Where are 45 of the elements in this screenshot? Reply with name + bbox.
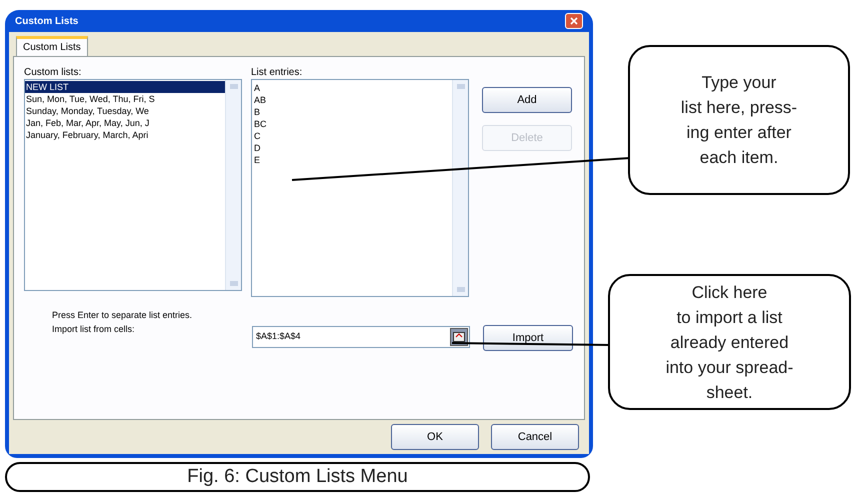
field-label: Custom lists: xyxy=(24,66,82,79)
callout-text: Type your xyxy=(702,72,776,94)
tab[interactable]: Custom Lists xyxy=(16,36,88,56)
hint-text: Press Enter to separate list entries. xyxy=(52,309,194,322)
scroll-down-icon[interactable] xyxy=(230,281,238,286)
callout-text: each item. xyxy=(700,147,778,169)
scrollbar[interactable] xyxy=(452,80,468,296)
callout-text: into your spread- xyxy=(666,356,794,378)
field-label: List entries: xyxy=(251,66,304,79)
close-icon xyxy=(570,17,578,25)
dialog-button[interactable]: Import xyxy=(483,324,573,351)
close-button[interactable] xyxy=(565,13,583,29)
scrollbar[interactable] xyxy=(225,80,241,290)
list-entries-box[interactable]: A AB B BC C D E xyxy=(251,79,469,297)
list-item[interactable]: NEW LIST xyxy=(25,81,225,93)
list-item[interactable]: Sunday, Monday, Tuesday, We xyxy=(25,105,225,117)
dialog-button[interactable]: Cancel xyxy=(491,424,579,450)
list-entry: D xyxy=(254,142,262,154)
custom-lists-box[interactable]: NEW LIST Sun, Mon, Tue, Wed, Thu, Fri, S Sunday, Monday, Tuesday, We Jan, Feb, Mar, Apr, May, Jun, J January, February, March, Apri xyxy=(24,79,242,291)
list-entry: AB xyxy=(254,94,268,106)
callout-text: ing enter after xyxy=(686,122,792,144)
list-entry: B xyxy=(254,106,262,118)
range-select-icon xyxy=(453,332,465,342)
list-entry: A xyxy=(254,82,262,94)
figure-caption: Fig. 6: Custom Lists Menu xyxy=(5,462,590,492)
field-label: Import list from cells: xyxy=(52,322,136,336)
list-entry: E xyxy=(254,154,262,166)
list-entry: C xyxy=(254,130,262,142)
list-item[interactable]: Sun, Mon, Tue, Wed, Thu, Fri, S xyxy=(25,93,225,105)
import-range-field[interactable]: $A$1:$A$4 xyxy=(252,326,470,348)
list-item[interactable]: Jan, Feb, Mar, Apr, May, Jun, J xyxy=(25,117,225,129)
list-entry: BC xyxy=(254,118,268,130)
scroll-up-icon[interactable] xyxy=(230,84,238,89)
callout-text: list here, press- xyxy=(680,97,798,119)
collapse-dialog-button[interactable] xyxy=(450,328,468,346)
window-title: Custom Lists xyxy=(15,14,78,28)
scroll-down-icon[interactable] xyxy=(456,287,464,292)
callout-text: to import a list xyxy=(676,306,782,328)
callout-text: already entered xyxy=(670,332,789,354)
dialog-button[interactable]: Add xyxy=(482,87,572,113)
scroll-up-icon[interactable] xyxy=(456,84,464,89)
callout-text: Click here xyxy=(692,282,768,304)
dialog-button[interactable]: OK xyxy=(391,424,479,450)
callout-text: sheet. xyxy=(706,382,753,404)
list-item[interactable]: January, February, March, Apri xyxy=(25,129,225,141)
